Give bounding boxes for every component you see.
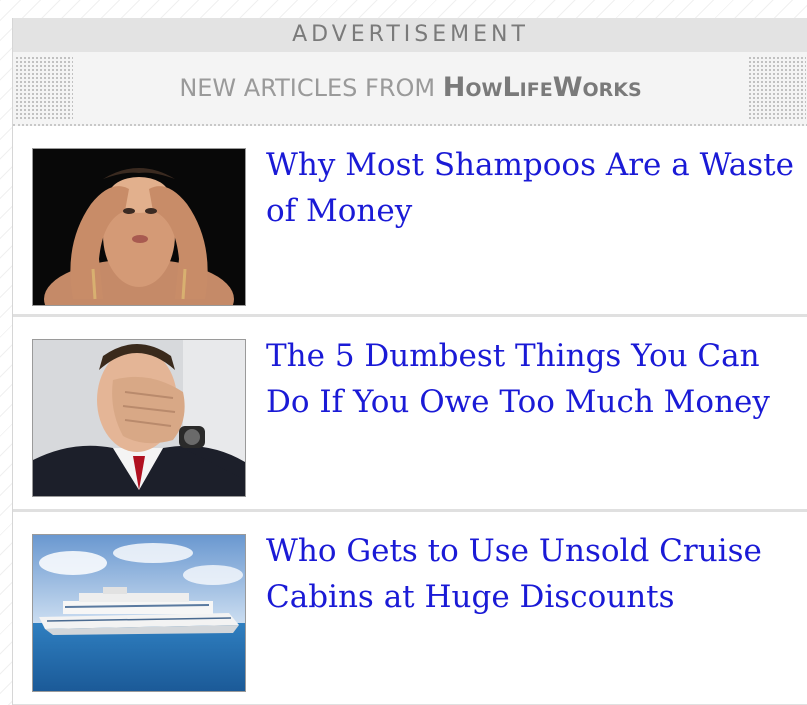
page: ADVERTISEMENT NEW ARTICLES FROM HowLifeW… — [0, 0, 807, 705]
header-prefix: NEW ARTICLES FROM — [179, 74, 436, 102]
article-item[interactable]: The 5 Dumbest Things You Can Do If You O… — [13, 317, 807, 512]
cruise-ship-image — [33, 535, 245, 691]
advertisement-label: ADVERTISEMENT — [13, 18, 807, 52]
article-item[interactable]: Why Most Shampoos Are a Waste of Money — [13, 126, 807, 317]
brand-name[interactable]: HowLifeWorks — [443, 72, 642, 103]
article-thumbnail[interactable] — [32, 148, 246, 306]
article-thumbnail[interactable] — [32, 339, 246, 497]
dot-pattern-decoration — [15, 56, 73, 120]
ad-widget: ADVERTISEMENT NEW ARTICLES FROM HowLifeW… — [12, 18, 807, 705]
widget-header: NEW ARTICLES FROM HowLifeWorks — [13, 52, 807, 126]
article-item[interactable]: Who Gets to Use Unsold Cruise Cabins at … — [13, 512, 807, 705]
man-covering-face-image — [33, 340, 245, 496]
woman-washing-hair-image — [33, 149, 245, 305]
article-title-link[interactable]: The 5 Dumbest Things You Can Do If You O… — [266, 333, 806, 425]
article-title-link[interactable]: Who Gets to Use Unsold Cruise Cabins at … — [266, 528, 806, 620]
article-title-link[interactable]: Why Most Shampoos Are a Waste of Money — [266, 142, 806, 234]
dot-pattern-decoration — [748, 56, 806, 120]
article-thumbnail[interactable] — [32, 534, 246, 692]
